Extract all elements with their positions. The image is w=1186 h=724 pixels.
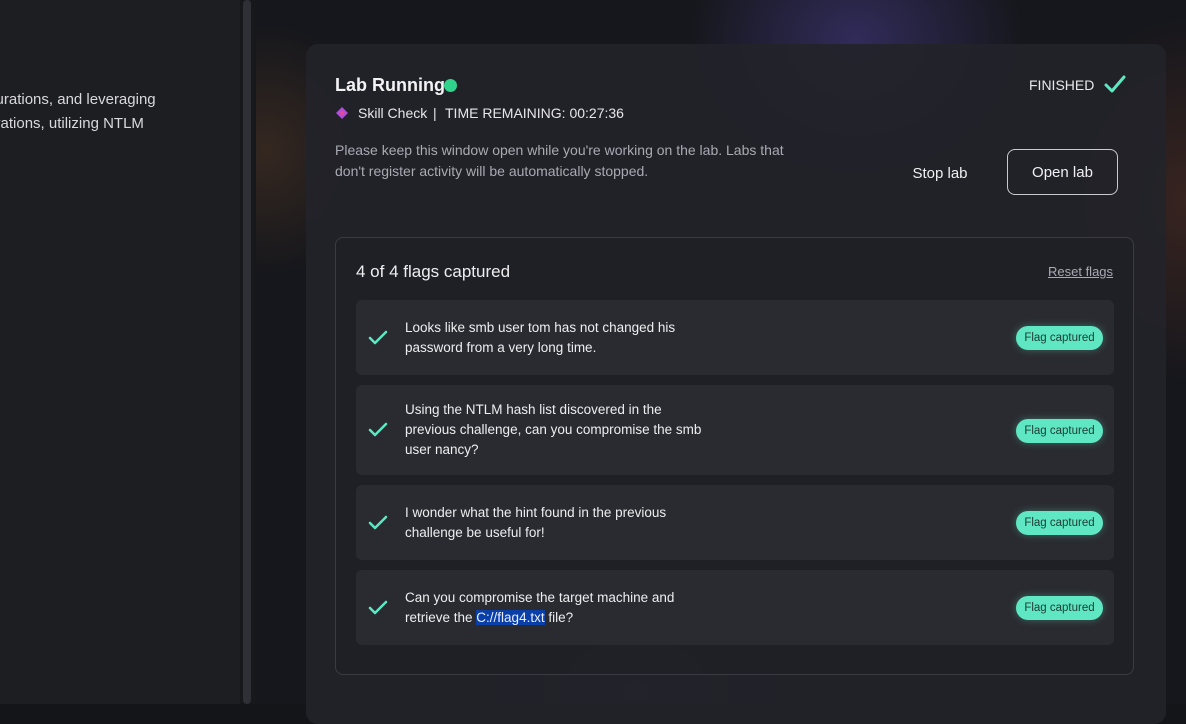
status-indicator (444, 79, 457, 92)
description-line: onfigurations, and leveraging (0, 91, 156, 108)
flag-captured-badge: Flag captured (1016, 419, 1103, 443)
flag-question: Looks like smb user tom has not changed … (405, 320, 676, 355)
finished-status: FINISHED (1029, 77, 1095, 93)
flag-captured-badge: Flag captured (1016, 326, 1103, 350)
skill-check-label: Skill Check (358, 105, 428, 121)
time-remaining: TIME REMAINING: 00:27:36 (445, 105, 624, 121)
scrollbar-thumb[interactable] (243, 0, 251, 704)
flag-item: I wonder what the hint found in the prev… (356, 485, 1114, 560)
check-icon (368, 515, 388, 530)
check-icon (368, 600, 388, 615)
flags-count: 4 of 4 flags captured (356, 262, 511, 281)
lab-title: Lab Running (335, 75, 445, 95)
flag-question: I wonder what the hint found in the prev… (405, 505, 667, 540)
separator: | (433, 105, 437, 121)
left-description-pane: onfigurations, and leveraging nfiguratio… (0, 0, 240, 704)
lab-notice: Please keep this window open while you'r… (335, 142, 784, 179)
flag-captured-badge: Flag captured (1016, 511, 1103, 535)
flag-item: Using the NTLM hash list discovered in t… (356, 385, 1114, 475)
flag-question: Can you compromise the target machine an… (405, 588, 705, 628)
finished-check-icon (1104, 75, 1126, 93)
check-icon (368, 330, 388, 345)
selected-file-path: C://flag4.txt (476, 610, 545, 625)
reset-flags-link[interactable]: Reset flags (1048, 264, 1113, 279)
flag-item: Looks like smb user tom has not changed … (356, 300, 1114, 375)
stop-lab-button[interactable]: Stop lab (898, 150, 982, 196)
flag-captured-badge: Flag captured (1016, 596, 1103, 620)
flag-question: Using the NTLM hash list discovered in t… (405, 402, 702, 457)
flag-question-part: file? (544, 610, 574, 625)
check-icon (368, 422, 388, 437)
skill-check-icon (336, 107, 348, 119)
description-line: nfigurations, utilizing NTLM (0, 115, 144, 132)
open-lab-button[interactable]: Open lab (1007, 149, 1118, 195)
flag-item: Can you compromise the target machine an… (356, 570, 1114, 645)
